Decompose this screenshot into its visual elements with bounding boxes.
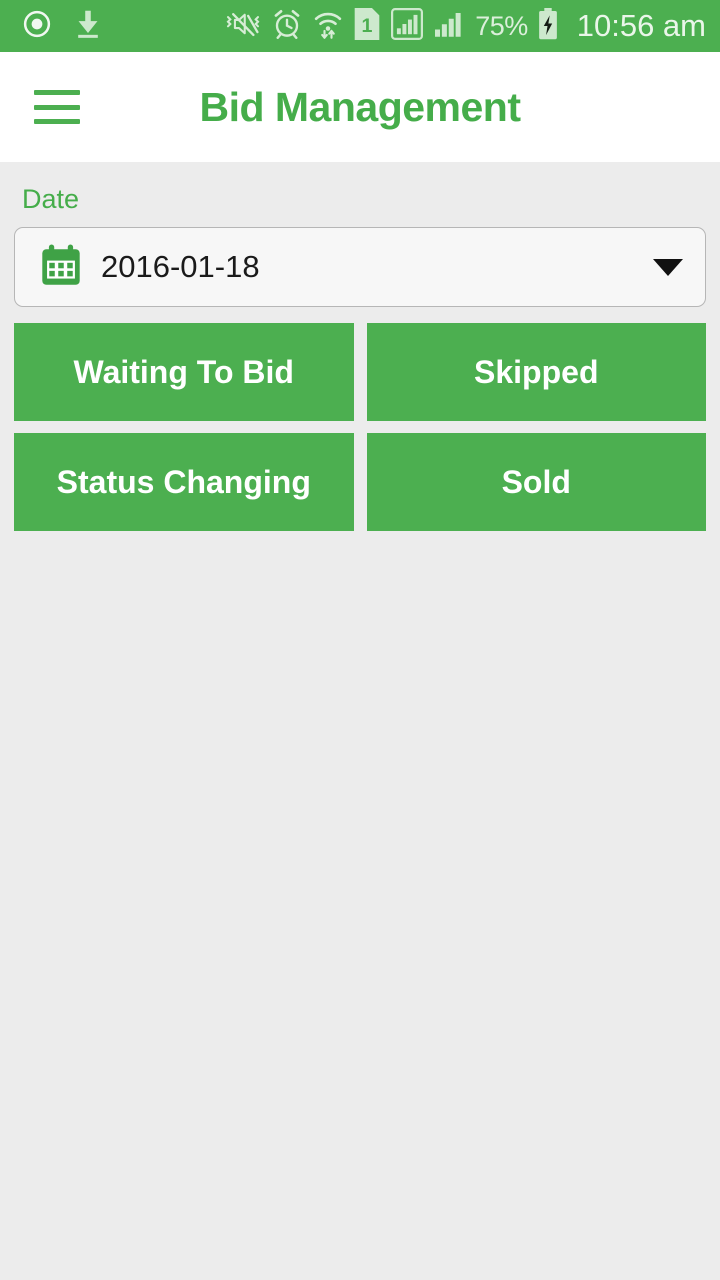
status-bar-left-icons [22,9,102,44]
waiting-to-bid-button[interactable]: Waiting To Bid [14,323,354,421]
battery-charging-icon [537,7,559,45]
date-value: 2016-01-18 [101,249,260,284]
battery-percent-label: 75% [475,10,528,41]
app-bar: Bid Management [0,52,720,162]
download-icon [74,9,102,44]
screen-recorder-icon [22,9,52,44]
caret-down-icon[interactable] [653,258,683,276]
calendar-icon [39,243,83,292]
sold-button[interactable]: Sold [366,433,706,531]
hamburger-bar-2 [34,104,80,110]
hamburger-menu-icon[interactable] [34,90,80,124]
page-title: Bid Management [199,83,521,130]
date-dropdown[interactable]: 2016-01-18 [14,227,706,307]
wifi-transfer-icon [313,9,343,44]
hamburger-bar-1 [34,90,80,95]
status-bar: 1 75% 10:56 am [0,0,720,52]
action-button-grid: Waiting To Bid Skipped Status Changing S… [14,323,706,531]
main-content: Date 2016-01-18 Waiting To Bid Skipped S… [0,184,720,531]
skipped-button[interactable]: Skipped [366,323,706,421]
status-bar-right-icons: 1 75% 10:56 am [225,7,706,45]
clock-label: 10:56 am [576,8,706,43]
date-field-label: Date [22,184,80,214]
vibrate-mute-icon [225,9,261,44]
hamburger-bar-3 [34,119,80,124]
sim-card-1-icon: 1 [354,7,380,45]
signal-roaming-icon [391,7,424,45]
status-changing-button[interactable]: Status Changing [14,433,354,531]
svg-text:1: 1 [362,15,373,37]
signal-bars-icon [434,9,464,44]
alarm-clock-icon [272,9,302,44]
